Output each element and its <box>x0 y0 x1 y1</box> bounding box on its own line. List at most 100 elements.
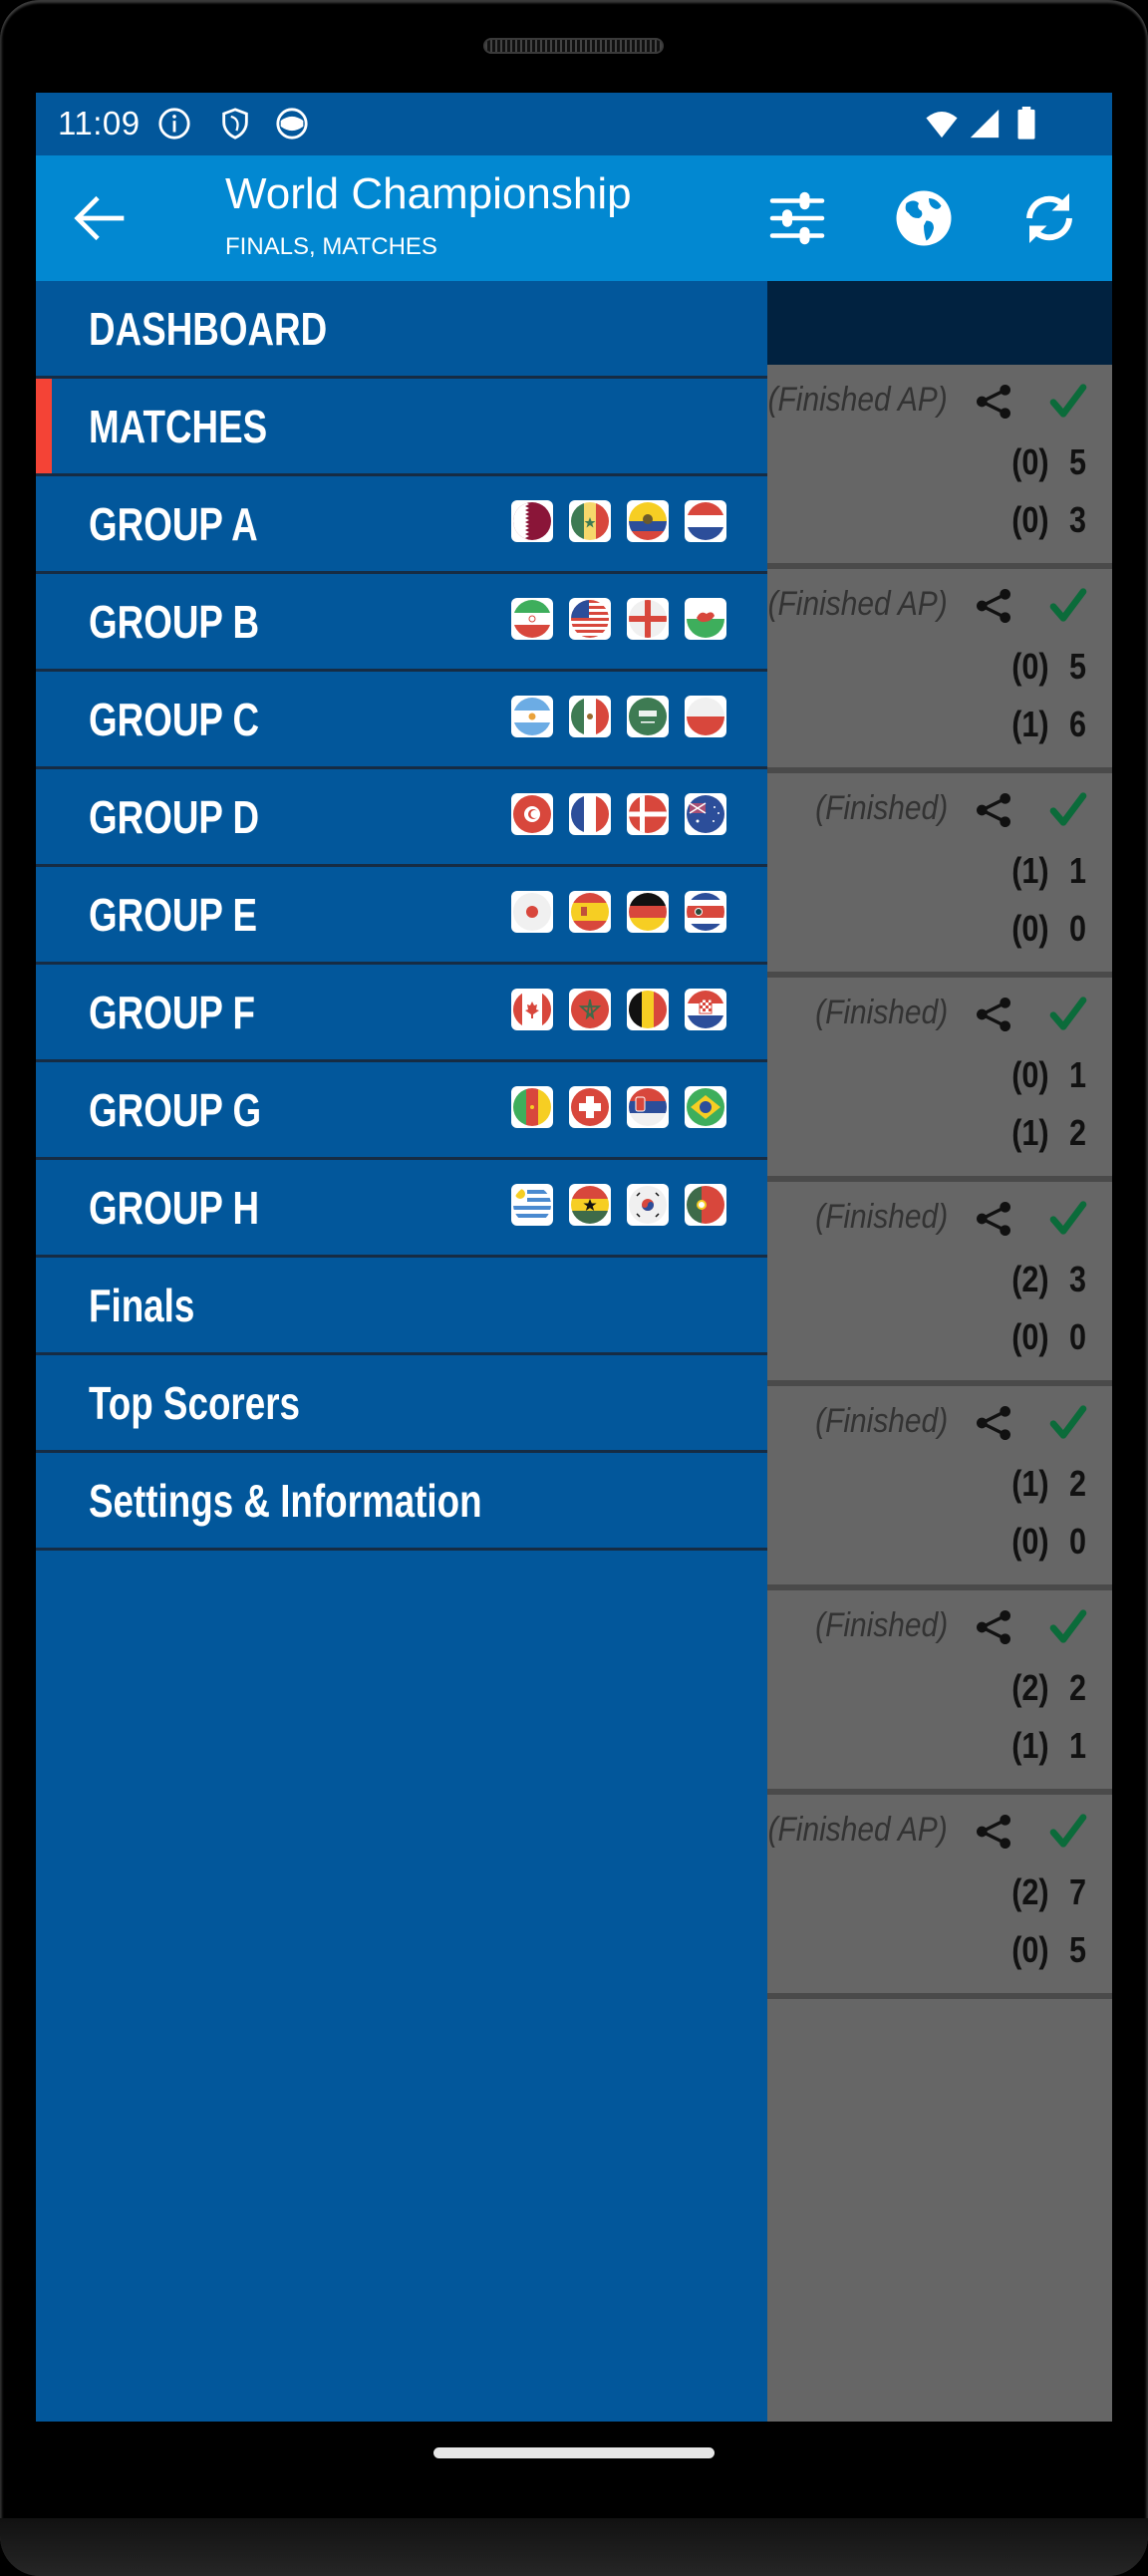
home-halftime-score: (2) <box>1011 1871 1049 1912</box>
check-icon <box>1049 1201 1087 1235</box>
drawer-item-group-b[interactable]: GROUP B <box>36 574 767 672</box>
away-halftime-score: (0) <box>1011 499 1049 540</box>
drawer-item-finals[interactable]: Finals <box>36 1258 767 1355</box>
flag-mexico-icon <box>569 696 611 737</box>
home-score: (2) 7 <box>1011 1871 1086 1913</box>
flag-australia-icon <box>685 793 726 835</box>
home-score: (2) 3 <box>1011 1259 1086 1300</box>
flag-france-icon <box>569 793 611 835</box>
home-score: (0) 5 <box>1011 441 1086 483</box>
check-icon <box>1049 792 1087 826</box>
drawer-item-settings-information[interactable]: Settings & Information <box>36 1453 767 1551</box>
match-card[interactable]: (Finished) (2) 3 (0) 0 <box>767 1182 1112 1386</box>
match-card[interactable]: (Finished) (1) 1 (0) 0 <box>767 773 1112 978</box>
share-icon[interactable] <box>974 995 1013 1034</box>
sliders-icon <box>769 191 825 245</box>
flag-croatia-icon <box>685 989 726 1030</box>
away-final-score: 0 <box>1068 1521 1086 1562</box>
drawer-item-group-d[interactable]: GROUP D <box>36 769 767 867</box>
share-icon[interactable] <box>974 790 1013 830</box>
refresh-icon <box>1026 193 1072 243</box>
share-icon[interactable] <box>974 1607 1013 1647</box>
away-score: (1) 2 <box>1011 1112 1086 1154</box>
flag-tunisia-icon <box>511 793 553 835</box>
match-card[interactable]: (Finished AP) (2) 7 (0) 5 <box>767 1795 1112 1999</box>
drawer-item-group-g[interactable]: GROUP G <box>36 1062 767 1160</box>
drawer-item-top-scorers[interactable]: Top Scorers <box>36 1355 767 1453</box>
flag-ecuador-icon <box>627 500 669 542</box>
flag-germany-icon <box>627 891 669 933</box>
away-halftime-score: (0) <box>1011 1316 1049 1357</box>
check-icon <box>1049 588 1087 622</box>
away-score: (0) 3 <box>1011 499 1086 541</box>
flag-south-korea-icon <box>627 1184 669 1226</box>
flag-ghana-icon <box>569 1184 611 1226</box>
away-final-score: 2 <box>1068 1112 1086 1153</box>
check-icon <box>1049 1609 1087 1643</box>
filter-button[interactable] <box>762 183 832 253</box>
drawer-item-matches[interactable]: MATCHES <box>36 379 767 476</box>
match-card[interactable]: (Finished AP) (0) 5 (1) 6 <box>767 569 1112 773</box>
flag-qatar-icon <box>511 500 553 542</box>
drawer-item-group-e[interactable]: GROUP E <box>36 867 767 965</box>
group-flags <box>511 1086 726 1128</box>
share-icon[interactable] <box>974 586 1013 626</box>
drawer-item-group-h[interactable]: GROUP H <box>36 1160 767 1258</box>
globe-button[interactable] <box>889 183 959 253</box>
away-halftime-score: (1) <box>1011 1725 1049 1766</box>
match-status: (Finished AP) <box>767 585 948 623</box>
app-bar: World Championship FINALS, MATCHES <box>36 155 1112 281</box>
match-card[interactable]: (Finished AP) (0) 5 (0) 3 <box>767 365 1112 569</box>
flag-netherlands-icon <box>685 500 726 542</box>
match-status: (Finished) <box>814 1198 948 1236</box>
match-card[interactable]: (Finished) (2) 2 (1) 1 <box>767 1590 1112 1795</box>
away-score: (0) 0 <box>1011 1521 1086 1563</box>
back-button[interactable] <box>66 183 136 253</box>
flag-saudi-arabia-icon <box>627 696 669 737</box>
drawer-item-dashboard[interactable]: DASHBOARD <box>36 281 767 379</box>
group-flags <box>511 598 726 640</box>
drawer-item-label: Settings & Information <box>89 1474 482 1527</box>
flag-belgium-icon <box>627 989 669 1030</box>
drawer-item-group-c[interactable]: GROUP C <box>36 672 767 769</box>
flag-serbia-icon <box>627 1086 669 1128</box>
refresh-button[interactable] <box>1014 183 1084 253</box>
drawer-item-label: GROUP D <box>89 790 260 843</box>
away-halftime-score: (0) <box>1011 1929 1049 1970</box>
drawer-item-label: GROUP C <box>89 693 260 745</box>
flag-senegal-icon <box>569 500 611 542</box>
away-final-score: 0 <box>1068 1316 1086 1357</box>
drawer-item-label: GROUP E <box>89 888 258 941</box>
home-final-score: 5 <box>1068 646 1086 687</box>
home-halftime-score: (2) <box>1011 1667 1049 1708</box>
share-icon[interactable] <box>974 1403 1013 1443</box>
home-halftime-score: (0) <box>1011 441 1049 482</box>
share-icon[interactable] <box>974 1199 1013 1239</box>
group-flags <box>511 891 726 933</box>
share-icon[interactable] <box>974 382 1013 422</box>
app-subtitle: FINALS, MATCHES <box>225 233 437 260</box>
away-score: (0) 0 <box>1011 908 1086 950</box>
drawer-item-group-a[interactable]: GROUP A <box>36 476 767 574</box>
drawer-item-group-f[interactable]: GROUP F <box>36 965 767 1062</box>
away-final-score: 5 <box>1068 1929 1086 1970</box>
home-halftime-score: (0) <box>1011 1054 1049 1095</box>
match-status: (Finished AP) <box>767 381 948 419</box>
home-score: (2) 2 <box>1011 1667 1086 1709</box>
signal-icon <box>970 109 1000 139</box>
group-flags <box>511 1184 726 1226</box>
away-halftime-score: (0) <box>1011 1521 1049 1562</box>
drawer-item-label: GROUP G <box>89 1083 262 1136</box>
share-icon[interactable] <box>974 1812 1013 1852</box>
home-indicator[interactable] <box>433 2447 715 2458</box>
home-score: (0) 1 <box>1011 1054 1086 1096</box>
group-flags <box>511 989 726 1030</box>
group-flags <box>511 696 726 737</box>
wifi-icon <box>926 111 958 139</box>
home-final-score: 3 <box>1068 1259 1086 1299</box>
drawer-item-label: GROUP B <box>89 595 260 648</box>
check-icon <box>1049 1405 1087 1439</box>
match-card[interactable]: (Finished) (1) 2 (0) 0 <box>767 1386 1112 1590</box>
match-card[interactable]: (Finished) (0) 1 (1) 2 <box>767 978 1112 1182</box>
home-final-score: 7 <box>1068 1871 1086 1912</box>
